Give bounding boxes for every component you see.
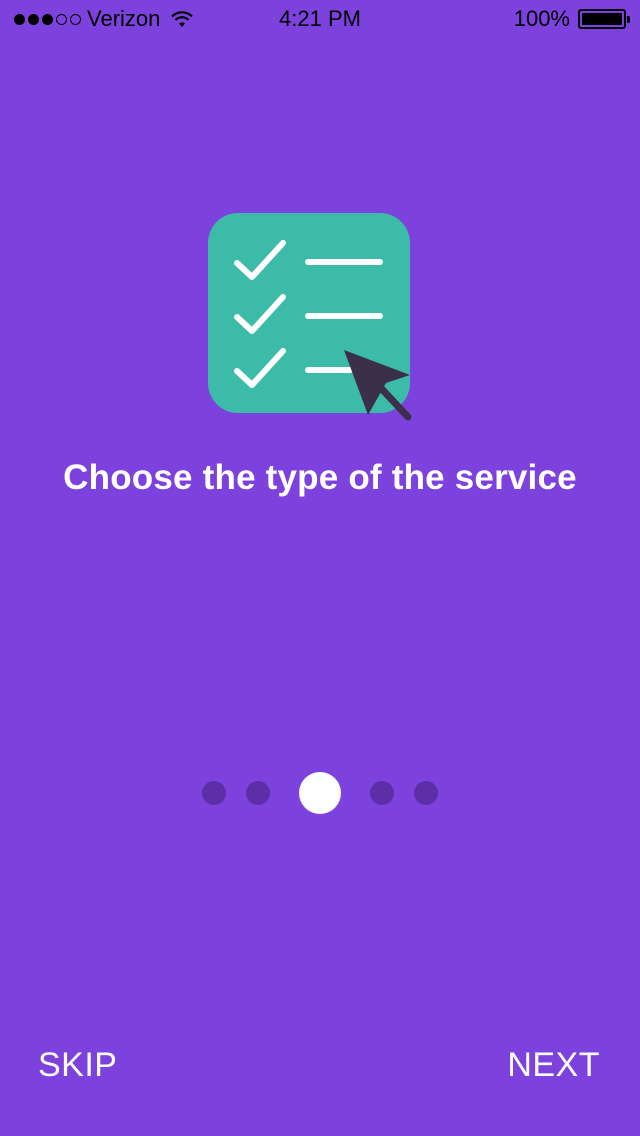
page-dot-5[interactable]	[414, 781, 438, 805]
page-dot-4[interactable]	[370, 781, 394, 805]
status-right: 100%	[513, 6, 630, 32]
battery-percent: 100%	[513, 6, 570, 31]
checklist-with-cursor-icon	[208, 213, 412, 421]
page-dot-3-active[interactable]	[299, 772, 341, 814]
page-indicator	[0, 772, 640, 814]
status-bar: Verizon 4:21 PM 100%	[0, 0, 640, 40]
battery-icon	[578, 9, 630, 29]
onboarding-headline: Choose the type of the service	[63, 458, 577, 497]
page-dot-1[interactable]	[202, 781, 226, 805]
skip-button[interactable]: SKIP	[38, 1046, 117, 1085]
page-dot-2[interactable]	[246, 781, 270, 805]
next-button[interactable]: NEXT	[507, 1046, 600, 1085]
